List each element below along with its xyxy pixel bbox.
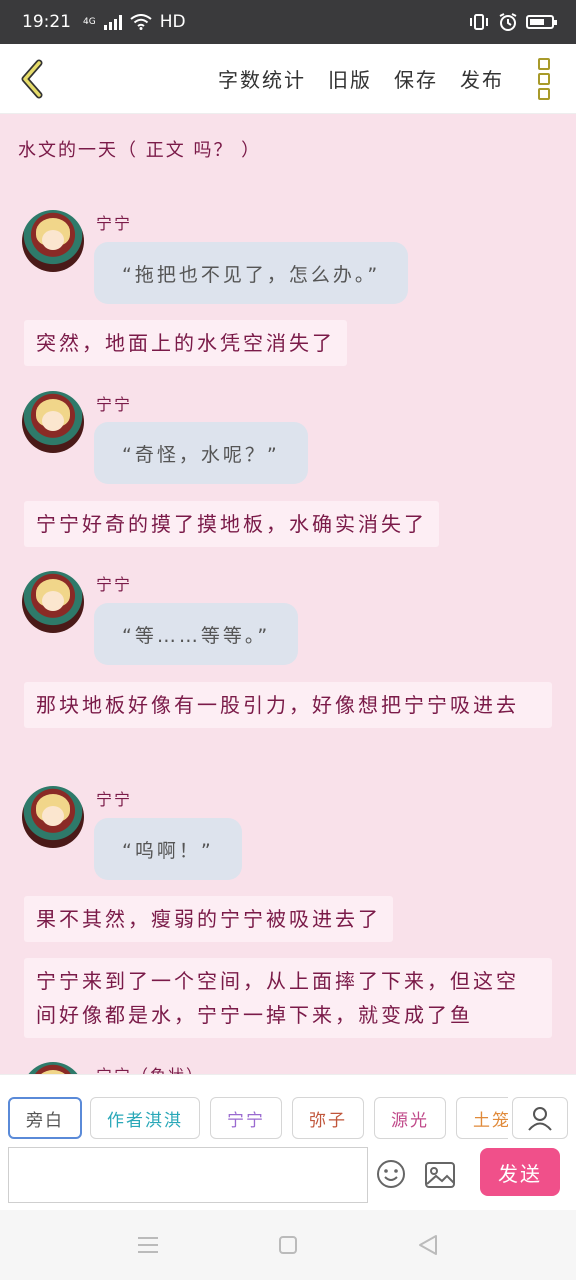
role-chip-author[interactable]: 作者淇淇 [90,1097,200,1139]
menu-icon [138,1237,158,1253]
system-nav-bar [0,1210,576,1280]
story-content[interactable]: 水文的一天（ 正文 吗？ ） 宁宁 “拖把也不见了，怎么办。” 突然，地面上的水… [0,114,576,1074]
word-count-button[interactable]: 字数统计 [218,64,306,93]
save-button[interactable]: 保存 [394,64,438,93]
chevron-left-icon [21,59,43,98]
back-nav-button[interactable] [413,1230,443,1260]
vibrate-icon [470,14,488,30]
chip-label: 宁宁 [227,1110,265,1131]
narration-block[interactable]: 果不其然，瘦弱的宁宁被吸进去了 [24,896,393,942]
back-triangle-icon [419,1235,437,1255]
menu-nav-button[interactable] [133,1230,163,1260]
role-chip-tsuchigomori[interactable]: 土笼 [456,1097,508,1139]
story-title: 水文的一天（ 正文 吗？ ） [18,140,262,161]
message-input[interactable] [8,1147,368,1203]
character-name: 宁宁（鱼状） [96,1062,204,1074]
narration-block[interactable]: 宁宁来到了一个空间，从上面摔了下来，但这空间好像都是水，宁宁一掉下来，就变成了鱼 [24,958,552,1038]
character-name: 宁宁 [96,395,133,414]
image-icon[interactable] [424,1161,456,1189]
character-name: 宁宁 [96,214,133,233]
status-time: 19:21 [22,12,71,32]
user-icon [528,1107,552,1131]
avatar[interactable] [22,786,84,848]
chip-label: 作者淇淇 [107,1110,183,1131]
role-chip-kou[interactable]: 源光 [374,1097,446,1139]
home-nav-button[interactable] [273,1230,303,1260]
composer-panel: 旁白 作者淇淇 宁宁 弥子 源光 土笼 发送 [0,1074,576,1210]
chip-label: 弥子 [309,1110,347,1131]
editor-toolbar: 字数统计 旧版 保存 发布 [0,44,576,114]
back-button[interactable] [12,59,52,99]
dialogue-bubble[interactable]: “奇怪，水呢？” [94,422,308,484]
character-manage-button[interactable] [512,1097,568,1139]
dialogue-bubble[interactable]: “等……等等。” [94,603,299,665]
hd-label: HD [159,12,186,32]
character-name: 宁宁 [96,575,133,594]
avatar[interactable] [22,391,84,453]
emoji-icon[interactable] [376,1159,406,1189]
status-bar: 19:21 4G HD [0,0,576,44]
dialogue-bubble[interactable]: “拖把也不见了，怎么办。” [94,242,409,304]
more-vertical-icon[interactable] [524,54,564,104]
network-label: 4G [83,17,96,27]
character-name: 宁宁 [96,790,133,809]
avatar[interactable] [22,210,84,272]
battery-icon [526,15,557,29]
narration-block[interactable]: 那块地板好像有一股引力，好像想把宁宁吸进去 [24,682,552,728]
home-square-icon [279,1236,297,1254]
chip-label: 旁白 [26,1110,64,1131]
publish-button[interactable]: 发布 [460,64,504,93]
chip-label: 源光 [391,1110,429,1131]
alarm-icon [499,13,517,31]
avatar[interactable] [22,1062,84,1074]
narration-block[interactable]: 宁宁好奇的摸了摸地板，水确实消失了 [24,501,439,547]
narration-block[interactable]: 突然，地面上的水凭空消失了 [24,320,347,366]
dialogue-bubble[interactable]: “呜啊！” [94,818,242,880]
role-chip-nene[interactable]: 宁宁 [210,1097,282,1139]
wifi-icon [130,14,152,30]
role-chip-mitsuko[interactable]: 弥子 [292,1097,364,1139]
signal-icon [103,14,122,30]
role-chip-narration[interactable]: 旁白 [8,1097,82,1139]
avatar[interactable] [22,571,84,633]
send-button[interactable]: 发送 [480,1148,560,1196]
old-version-button[interactable]: 旧版 [328,64,372,93]
chip-label: 土笼 [473,1110,508,1131]
role-selector[interactable]: 旁白 作者淇淇 宁宁 弥子 源光 土笼 [8,1097,508,1141]
